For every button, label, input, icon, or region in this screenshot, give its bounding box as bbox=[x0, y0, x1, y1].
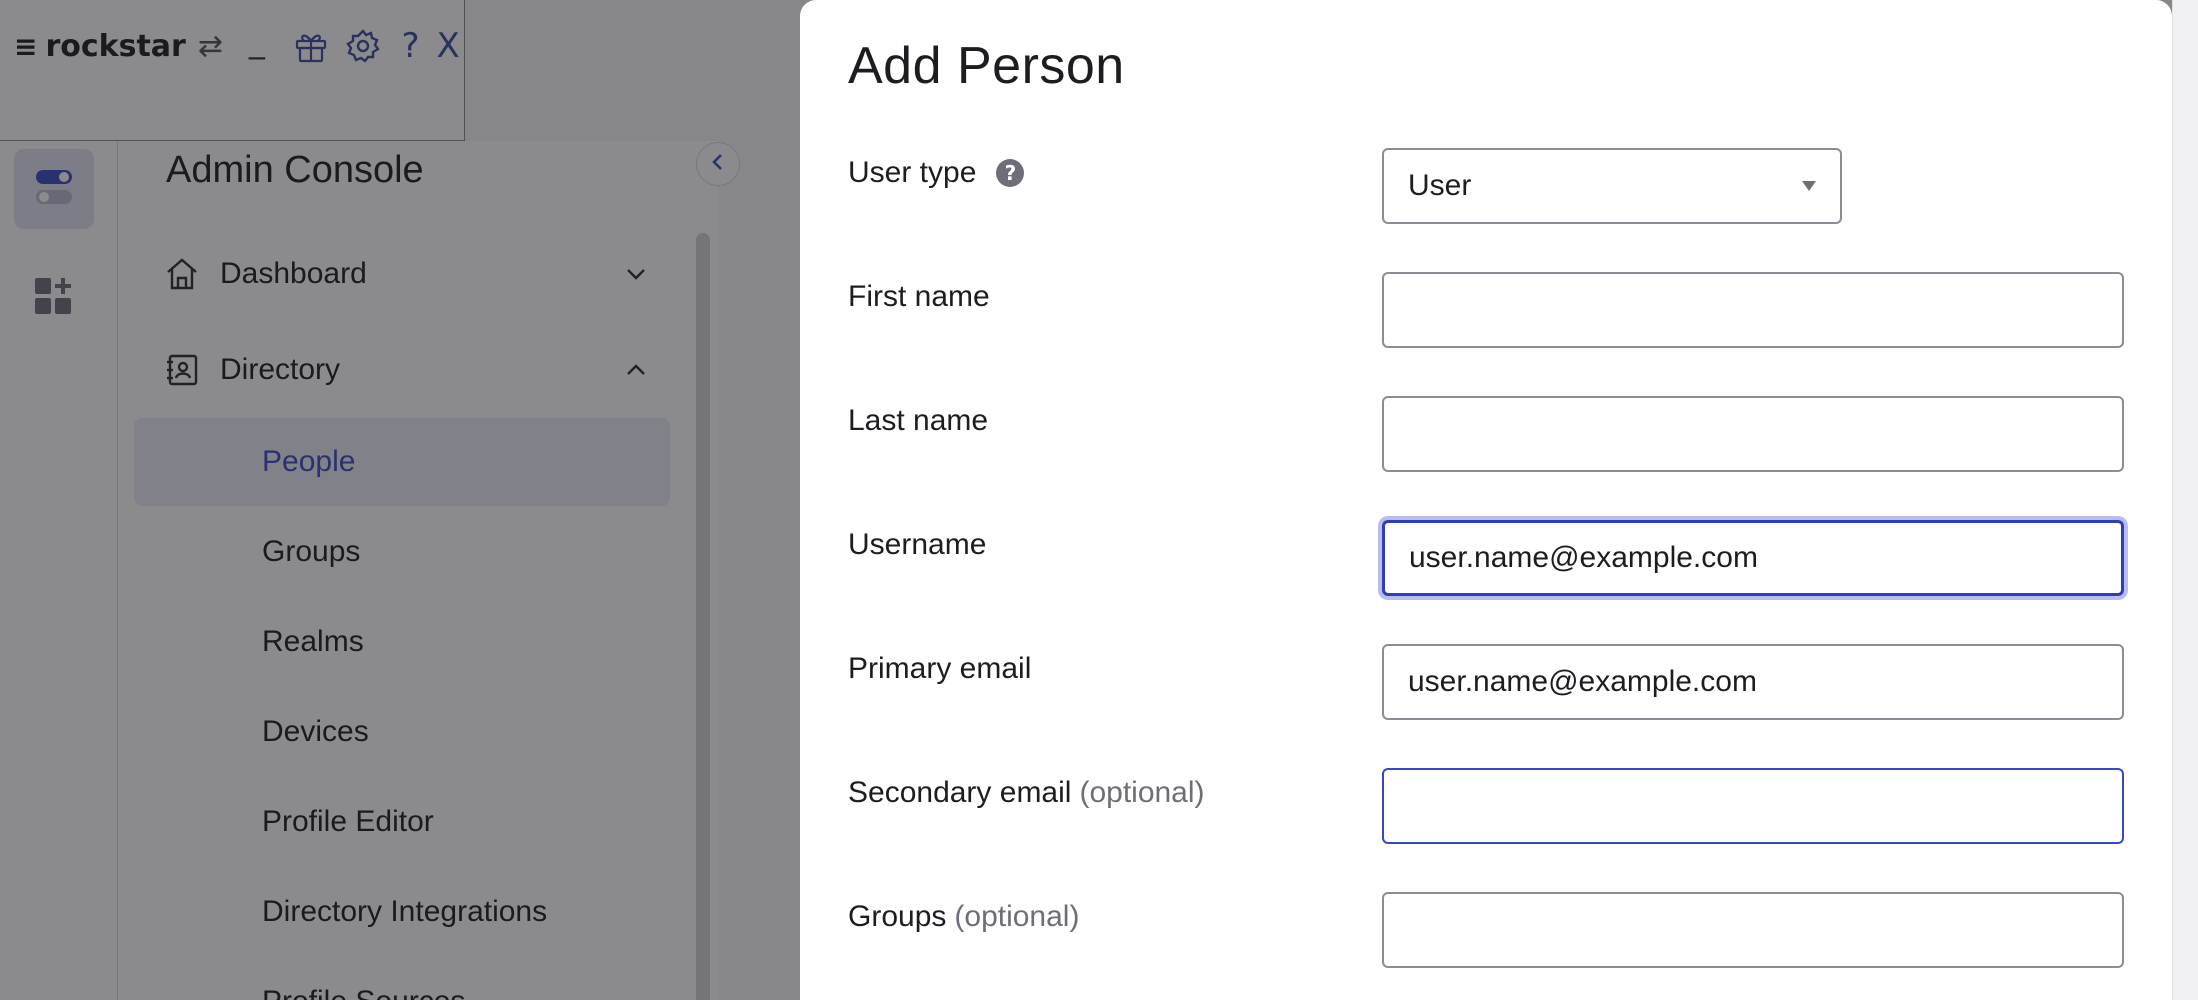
dialog-title: Add Person bbox=[848, 37, 1125, 95]
first-name-input[interactable] bbox=[1382, 272, 2124, 348]
field-label: Groups bbox=[848, 900, 947, 933]
groups-label: Groups (optional) bbox=[848, 900, 1079, 934]
username-input[interactable]: user.name@example.com bbox=[1382, 520, 2124, 596]
secondary-email-row: Secondary email (optional) bbox=[848, 768, 2128, 848]
optional-hint: (optional) bbox=[1079, 776, 1205, 809]
primary-email-row: Primary email user.name@example.com bbox=[848, 644, 2128, 724]
user-type-row: User type ? User bbox=[848, 148, 2128, 228]
primary-email-input[interactable]: user.name@example.com bbox=[1382, 644, 2124, 720]
last-name-row: Last name bbox=[848, 396, 2128, 476]
add-person-dialog: Add Person User type ? User First name L… bbox=[800, 0, 2172, 1000]
groups-input[interactable] bbox=[1382, 892, 2124, 968]
field-label: Username bbox=[848, 528, 987, 561]
username-row: Username user.name@example.com bbox=[848, 520, 2128, 600]
optional-hint: (optional) bbox=[954, 900, 1080, 933]
field-label: First name bbox=[848, 280, 990, 313]
first-name-label: First name bbox=[848, 280, 990, 314]
field-label: Last name bbox=[848, 404, 989, 437]
last-name-label: Last name bbox=[848, 404, 988, 438]
user-type-label: User type ? bbox=[848, 156, 1025, 190]
field-label: User type bbox=[848, 156, 977, 189]
dialog-scrollbar[interactable] bbox=[2172, 0, 2198, 1000]
groups-row: Groups (optional) bbox=[848, 892, 2128, 972]
help-icon[interactable]: ? bbox=[996, 159, 1025, 187]
primary-email-label: Primary email bbox=[848, 652, 1031, 686]
secondary-email-input[interactable] bbox=[1382, 768, 2124, 844]
user-type-select[interactable]: User bbox=[1382, 148, 1842, 224]
secondary-email-label: Secondary email (optional) bbox=[848, 776, 1205, 810]
last-name-input[interactable] bbox=[1382, 396, 2124, 472]
field-label: Primary email bbox=[848, 652, 1032, 685]
caret-down-icon bbox=[1802, 181, 1816, 191]
field-label: Secondary email bbox=[848, 776, 1072, 809]
first-name-row: First name bbox=[848, 272, 2128, 352]
username-label: Username bbox=[848, 528, 986, 562]
user-type-value: User bbox=[1408, 169, 1472, 202]
